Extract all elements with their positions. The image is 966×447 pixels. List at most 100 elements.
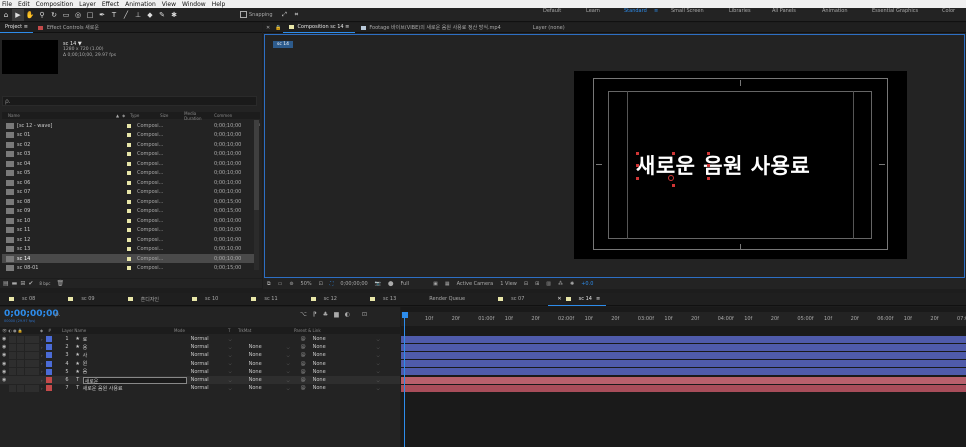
zoom-tool-icon[interactable]: ⚲ [36,9,48,21]
timeline-current-time[interactable]: 0;00;00;00 [4,309,59,319]
snapping-checkbox[interactable] [240,11,247,18]
workspace-learn[interactable]: Learn [586,8,600,14]
tab-effect-controls[interactable]: Effect Controls 새로운 [33,23,104,33]
tab-timeline-5[interactable]: sc 12 [302,293,343,306]
adjust-icon[interactable]: ✔ [28,280,33,287]
av-features-icon[interactable]: 👁 ◐ ● 🔒 [2,328,28,333]
bounding-handle[interactable] [707,164,710,167]
parent-select[interactable]: None ⌵ [313,344,383,350]
expand-icon[interactable]: › [41,369,43,374]
eye-icon[interactable]: ◉ [2,344,8,350]
label-color-swatch[interactable] [45,360,52,367]
pixel-aspect-icon[interactable]: ⊟ [524,281,528,287]
shy-toggle[interactable] [25,376,39,384]
trkmat-select[interactable]: None ⌵ [249,377,293,383]
tab-timeline-4[interactable]: sc 11 [242,293,283,306]
region-icon[interactable]: ⛶ [330,281,334,287]
trash-icon[interactable]: 🗑 [57,280,65,287]
pick-whip-icon[interactable]: @ [301,336,309,342]
label-color-swatch[interactable] [127,171,131,175]
col-layer-name[interactable]: Layer Name [62,328,174,333]
shy-toggle[interactable] [25,360,39,368]
bounding-handle[interactable] [707,152,710,155]
label-color-swatch[interactable] [45,352,52,359]
pick-whip-icon[interactable]: @ [301,385,309,391]
flowchart-view-icon[interactable]: ⁂ [558,281,563,287]
panel-menu-icon[interactable]: ≡ [596,296,600,302]
eye-icon[interactable]: ◉ [2,369,8,375]
label-color-swatch[interactable] [45,377,52,383]
lock-toggle[interactable] [17,376,24,384]
shy-toggle[interactable] [25,335,39,343]
pick-whip-icon[interactable]: @ [301,344,309,350]
type-tool-icon[interactable]: T [108,9,120,21]
parent-select[interactable]: None ⌵ [313,385,383,391]
always-preview-icon[interactable]: ⧉ [267,281,271,287]
menu-item-file[interactable]: File [2,1,12,8]
tab-timeline-7[interactable]: Render Queue [420,293,471,306]
trkmat-select[interactable]: None ⌵ [249,344,293,350]
bounding-handle[interactable] [707,177,710,180]
list-item[interactable]: sc 02 Composi... 0;00;10;00 [2,140,254,149]
workspace-animation[interactable]: Animation [822,8,848,14]
bpc-label[interactable]: 8 bpc [39,281,50,286]
fit-icon[interactable]: ⊡ [319,281,323,287]
timeline-search-input[interactable]: ρ. [55,311,75,318]
project-scrollbar[interactable] [254,120,259,270]
bounding-handle[interactable] [672,152,675,155]
pick-whip-icon[interactable]: @ [301,369,309,375]
lock-toggle[interactable] [17,360,24,368]
tab-footage[interactable]: Footage 바이브(VIBE)의 새로운 음원 사용료 정산 방식.mp4 [355,23,506,33]
layer-row[interactable]: ◉ › 1 ★ 료 Normal ⌵ @ None ⌵ [0,335,400,343]
col-parent[interactable]: Parent & Link [294,328,321,333]
mode-select[interactable]: Normal ⌵ [191,377,235,383]
list-item[interactable]: sc 04 Composi... 0;00;10;00 [2,159,254,168]
label-color-swatch[interactable] [127,152,131,156]
workspace-default[interactable]: Default [543,8,561,14]
menu-item-effect[interactable]: Effect [102,1,119,8]
label-color-swatch[interactable] [127,209,131,213]
exposure-icon[interactable]: ✺ [570,281,574,287]
workspace-standard[interactable]: Standard [624,8,647,14]
motion-blur-icon[interactable]: ◐ [345,311,350,318]
tab-timeline-1[interactable]: sc 09 [59,293,100,306]
pick-whip-icon[interactable]: @ [301,361,309,367]
view-layout-select[interactable]: 1 View [500,281,517,287]
list-item[interactable]: [sc 12 - wave] Composi... 0;00;10;00 [2,121,254,130]
eye-icon[interactable]: ◉ [2,336,8,342]
trkmat-select[interactable]: None ⌵ [249,352,293,358]
lock-toggle[interactable] [17,351,24,359]
list-item[interactable]: sc 01 Composi... 0;00;10;00 [2,131,254,140]
label-color-swatch[interactable] [127,180,131,185]
workspace-small-screen[interactable]: Small Screen [671,8,704,14]
pick-whip-icon[interactable]: @ [301,352,309,358]
label-color-swatch[interactable] [127,247,131,251]
tab-timeline-8[interactable]: sc 07 [489,293,530,306]
show-channel-icon[interactable]: ⬤ [388,281,394,287]
parent-select[interactable]: None ⌵ [313,352,383,358]
label-tag-icon[interactable]: ◆ [40,328,48,333]
label-color-swatch[interactable] [127,190,131,194]
puppet-tool-icon[interactable]: ✱ [168,9,180,21]
label-color-swatch[interactable] [127,123,131,128]
snapshot-icon[interactable]: 📷 [375,281,381,287]
list-item[interactable]: sc 08-01 Composi... 0;00;15;00 [2,264,254,273]
sort-icon[interactable]: ▲ [116,113,119,118]
label-color-swatch[interactable] [127,256,131,261]
trkmat-select[interactable]: None ⌵ [249,361,293,367]
breadcrumb[interactable]: sc 14 [273,41,293,48]
eraser-tool-icon[interactable]: ◆ [144,9,156,21]
snap-options-icon[interactable]: ⤢ [279,9,291,21]
col-hash[interactable]: # [48,328,62,333]
label-color-swatch[interactable] [45,344,52,351]
label-tag-icon[interactable]: ◆ [122,113,125,118]
list-item[interactable]: sc 09 Composi... 0;00;15;00 [2,207,254,216]
tab-timeline-3[interactable]: sc 10 [183,293,224,306]
list-item[interactable]: sc 05 Composi... 0;00;10;00 [2,169,254,178]
col-trkmat[interactable]: TrkMat [238,328,294,333]
frame-blending-icon[interactable]: ▆ [334,311,339,318]
list-item[interactable]: sc 14 Composi... 0;00;10;00 [2,254,254,263]
shy-toggle[interactable] [25,368,39,376]
lock-toggle[interactable] [17,335,24,343]
col-size[interactable]: Size [160,113,184,118]
